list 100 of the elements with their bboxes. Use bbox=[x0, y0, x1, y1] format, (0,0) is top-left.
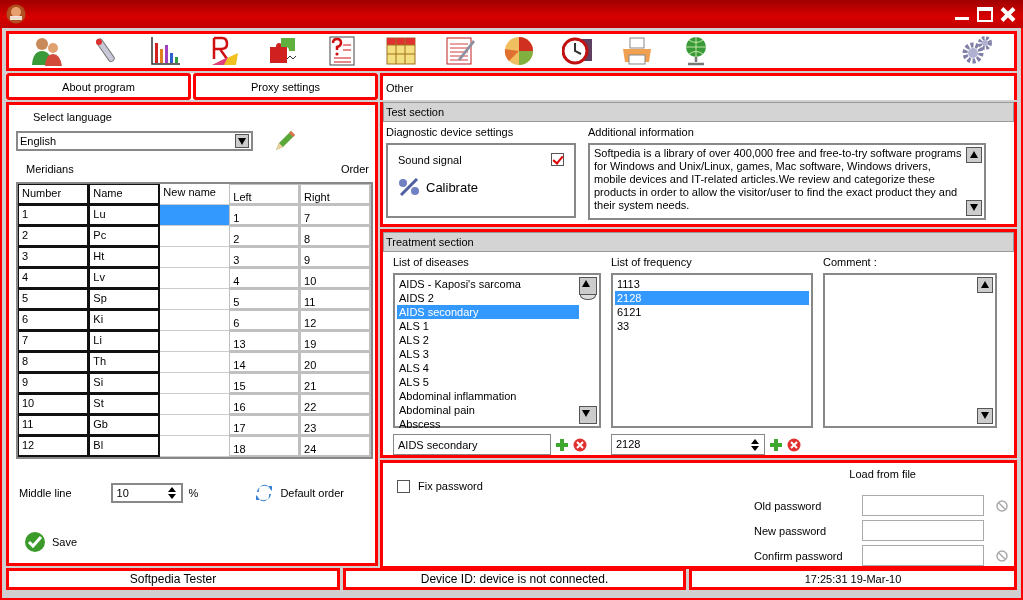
table-cell[interactable]: 2 bbox=[229, 226, 300, 247]
scroll-down-button[interactable] bbox=[966, 200, 982, 216]
table-cell[interactable]: 14 bbox=[229, 352, 300, 373]
table-cell[interactable]: 3 bbox=[229, 247, 300, 268]
table-cell: Si bbox=[89, 373, 161, 394]
list-item[interactable]: ALS 2 bbox=[397, 333, 579, 347]
maximize-button[interactable] bbox=[977, 6, 993, 22]
list-item[interactable]: Abscess bbox=[397, 417, 579, 431]
table-cell[interactable]: 22 bbox=[300, 394, 371, 415]
checkbox[interactable] bbox=[551, 153, 564, 166]
blocked-icon[interactable] bbox=[996, 549, 1008, 562]
frequency-spinner[interactable]: 2128 bbox=[611, 434, 765, 455]
add-icon[interactable] bbox=[769, 437, 783, 452]
info-text-area[interactable]: Softpedia is a library of over 400,000 free and free-to-try software programs for Windows and Unix/Linux, games, Mac software, Windows drivers, mobile devices and IT-related articles.We review and categorize these products in order to allow the visitor/user to find the exact product they and their system needs. bbox=[588, 143, 986, 220]
table-cell: 6 bbox=[18, 310, 90, 331]
list-item[interactable]: Abdominal inflammation bbox=[397, 389, 579, 403]
table-cell[interactable]: 1 bbox=[229, 205, 300, 226]
table-cell: 12 bbox=[18, 436, 90, 457]
delete-icon[interactable] bbox=[787, 437, 801, 452]
table-cell[interactable]: 6 bbox=[229, 310, 300, 331]
tab-button[interactable]: Proxy settings bbox=[193, 73, 378, 100]
group-label: List of diseases bbox=[393, 256, 470, 268]
list-item[interactable]: ALS 1 bbox=[397, 319, 579, 333]
table-cell[interactable]: 16 bbox=[229, 394, 300, 415]
password-field[interactable] bbox=[862, 520, 984, 541]
table-cell[interactable]: 5 bbox=[229, 289, 300, 310]
frequency-list[interactable]: 1113 2128 6121 33 bbox=[611, 273, 813, 428]
table-cell: Ki bbox=[89, 310, 161, 331]
scroll-down-button[interactable] bbox=[977, 408, 993, 424]
checkbox[interactable] bbox=[397, 479, 410, 493]
blocked-icon[interactable] bbox=[996, 499, 1008, 512]
save-button[interactable]: Save bbox=[24, 531, 369, 553]
table-cell[interactable]: 23 bbox=[300, 415, 371, 436]
table-cell[interactable]: 15 bbox=[229, 373, 300, 394]
password-field[interactable] bbox=[862, 545, 984, 566]
scroll-down-button[interactable] bbox=[579, 406, 597, 424]
notepad-pencil-icon[interactable] bbox=[444, 35, 476, 67]
table-cell[interactable]: 9 bbox=[300, 247, 371, 268]
table-cell: 8 bbox=[18, 352, 90, 373]
column-header[interactable]: Name bbox=[89, 184, 161, 205]
list-item[interactable]: AIDS - Kaposi's sarcoma bbox=[397, 277, 579, 291]
group-label: Comment : bbox=[823, 256, 878, 268]
column-header[interactable]: Number bbox=[18, 184, 90, 205]
table-cell[interactable]: 11 bbox=[300, 289, 371, 310]
list-item[interactable]: ALS 5 bbox=[397, 375, 579, 389]
refresh-icon bbox=[254, 483, 275, 503]
scroll-up-button[interactable] bbox=[966, 147, 982, 163]
disease-input[interactable]: AIDS secondary bbox=[393, 434, 551, 455]
table-cell: Lv bbox=[89, 268, 161, 289]
list-item[interactable]: ALS 4 bbox=[397, 361, 579, 375]
column-header[interactable]: Right bbox=[300, 184, 371, 205]
table-cell: 3 bbox=[18, 247, 90, 268]
pie-chart-icon[interactable] bbox=[503, 35, 535, 67]
close-button[interactable] bbox=[999, 6, 1017, 22]
table-cell[interactable]: 13 bbox=[229, 331, 300, 352]
table-cell: Sp bbox=[89, 289, 161, 310]
language-dropdown[interactable]: English bbox=[16, 131, 253, 151]
number-spinner[interactable]: 10 bbox=[110, 483, 183, 503]
field-label: Old password bbox=[754, 499, 823, 512]
table-cell[interactable]: 10 bbox=[300, 268, 371, 289]
grid-table-icon[interactable] bbox=[385, 35, 417, 67]
list-item[interactable]: 1113 bbox=[615, 277, 809, 291]
table-cell[interactable]: 7 bbox=[300, 205, 371, 226]
table-cell[interactable]: 4 bbox=[229, 268, 300, 289]
list-item[interactable]: Abdominal pain bbox=[397, 403, 579, 417]
table-cell[interactable]: 12 bbox=[300, 310, 371, 331]
table-cell[interactable]: 18 bbox=[229, 436, 300, 457]
list-item[interactable]: 33 bbox=[615, 319, 809, 333]
scroll-up-button[interactable] bbox=[579, 277, 597, 295]
bar-chart-icon[interactable] bbox=[149, 35, 181, 67]
delete-icon[interactable] bbox=[573, 437, 587, 452]
table-cell[interactable]: 24 bbox=[300, 436, 371, 457]
list-item[interactable]: AIDS 2 bbox=[397, 291, 579, 305]
calibrate-button[interactable]: Calibrate bbox=[398, 178, 479, 196]
default-order-button[interactable]: Default order bbox=[254, 483, 344, 503]
scroll-up-button[interactable] bbox=[977, 277, 993, 293]
unit-label: % bbox=[188, 487, 199, 499]
table-cell[interactable]: 8 bbox=[300, 226, 371, 247]
list-item[interactable]: 6121 bbox=[615, 305, 809, 319]
question-list-icon[interactable] bbox=[326, 35, 358, 67]
people-icon[interactable] bbox=[31, 35, 63, 67]
password-field[interactable] bbox=[862, 495, 984, 516]
pencil-icon[interactable] bbox=[273, 129, 297, 153]
section-header: Test section bbox=[383, 102, 1014, 122]
table-cell[interactable] bbox=[160, 205, 230, 226]
column-header[interactable]: Left bbox=[229, 184, 300, 205]
table-cell[interactable]: 17 bbox=[229, 415, 300, 436]
group-label: Diagnostic device settings bbox=[386, 126, 514, 138]
field-label: Middle line bbox=[19, 487, 72, 499]
tab-button[interactable]: About program bbox=[6, 73, 191, 100]
table-cell[interactable]: 19 bbox=[300, 331, 371, 352]
table-cell: Ht bbox=[89, 247, 161, 268]
add-icon[interactable] bbox=[555, 437, 569, 452]
table-cell[interactable]: 20 bbox=[300, 352, 371, 373]
settings-icon[interactable] bbox=[962, 34, 994, 66]
diseases-list[interactable]: AIDS - Kaposi's sarcoma AIDS 2 AIDS secondary ALS 1 ALS 2 ALS 3 ALS 4 ALS 5 Abdominal inflammation Abdominal pain Abscess bbox=[393, 273, 601, 428]
printer-icon[interactable] bbox=[621, 35, 653, 67]
table-cell[interactable]: 21 bbox=[300, 373, 371, 394]
clock-icon[interactable] bbox=[562, 35, 594, 67]
list-item[interactable]: ALS 3 bbox=[397, 347, 579, 361]
